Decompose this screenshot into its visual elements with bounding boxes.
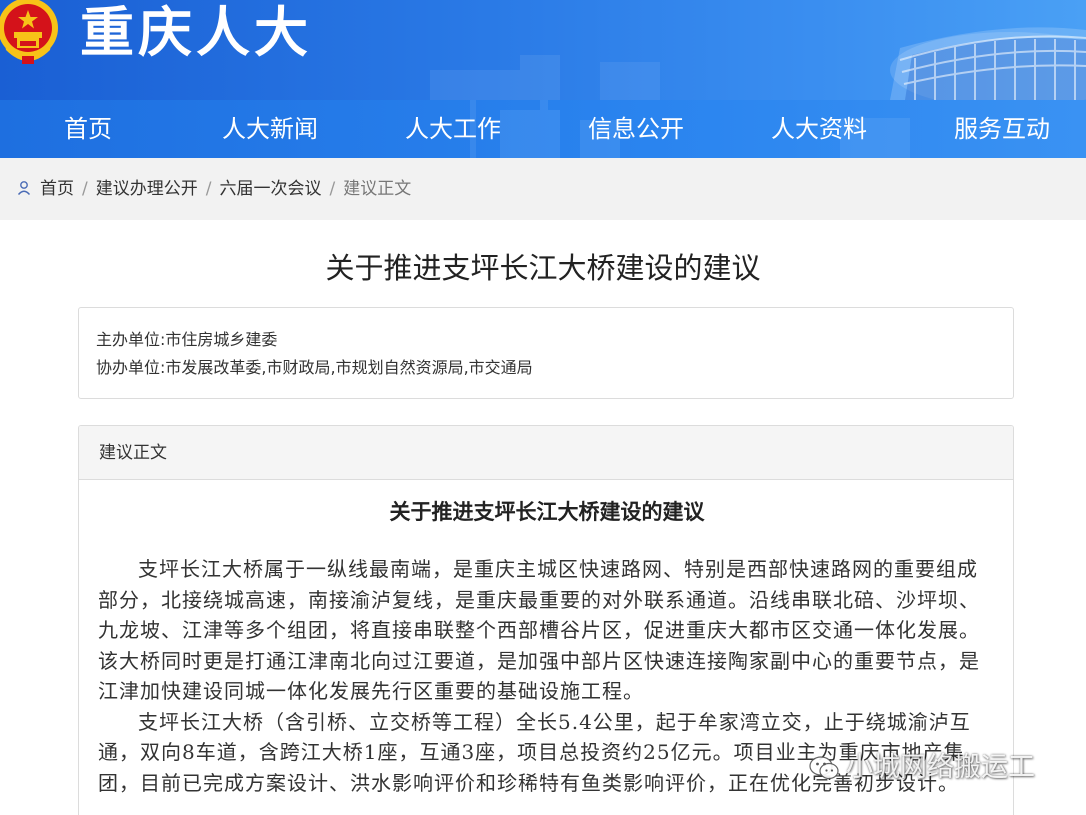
wechat-icon xyxy=(809,756,839,780)
watermark-text: 小城网络搬运工 xyxy=(846,752,1035,783)
breadcrumb-separator: / xyxy=(205,179,212,199)
host-unit-row: 主办单位:市住房城乡建委 xyxy=(96,328,277,352)
nav-item-news[interactable]: 人大新闻 xyxy=(206,100,334,158)
panel-title: 建议正文 xyxy=(79,426,1013,480)
nav-item-work[interactable]: 人大工作 xyxy=(389,100,517,158)
breadcrumb-separator: / xyxy=(329,179,336,199)
breadcrumb-session[interactable]: 六届一次会议 xyxy=(219,179,321,199)
breadcrumb-suggestions[interactable]: 建议办理公开 xyxy=(96,179,198,199)
nav-item-home[interactable]: 首页 xyxy=(30,100,146,158)
document-paragraph: 支坪长江大桥属于一纵线最南端，是重庆主城区快速路网、特别是西部快速路网的重要组成… xyxy=(98,557,980,703)
nav-item-service[interactable]: 服务互动 xyxy=(938,100,1066,158)
nav-background-graphic xyxy=(470,100,910,158)
nav-item-resources[interactable]: 人大资料 xyxy=(755,100,883,158)
national-emblem-icon xyxy=(0,0,58,64)
host-unit-label: 主办单位: xyxy=(96,330,166,349)
document-title: 关于推进支坪长江大桥建设的建议 xyxy=(389,499,705,524)
info-box: 主办单位:市住房城乡建委 协办单位:市发展改革委,市财政局,市规划自然资源局,市… xyxy=(78,307,1014,399)
assist-unit-value: 市发展改革委,市财政局,市规划自然资源局,市交通局 xyxy=(165,358,533,377)
site-title[interactable]: 重庆人大 xyxy=(80,2,312,64)
breadcrumb-current: 建议正文 xyxy=(343,179,412,199)
header-banner: 重庆人大 xyxy=(0,0,1086,100)
main-nav: 首页 人大新闻 人大工作 信息公开 人大资料 服务互动 xyxy=(0,100,1086,158)
assist-unit-row: 协办单位:市发展改革委,市财政局,市规划自然资源局,市交通局 xyxy=(96,356,533,380)
breadcrumb-home[interactable]: 首页 xyxy=(40,179,74,199)
breadcrumb: 首页 / 建议办理公开 / 六届一次会议 / 建议正文 xyxy=(0,158,1086,220)
breadcrumb-separator: / xyxy=(82,179,88,199)
host-unit-value: 市住房城乡建委 xyxy=(165,330,278,349)
assist-unit-label: 协办单位: xyxy=(96,358,166,377)
page-title: 关于推进支坪长江大桥建设的建议 xyxy=(325,251,761,285)
user-icon xyxy=(17,181,31,195)
nav-item-disclosure[interactable]: 信息公开 xyxy=(572,100,700,158)
